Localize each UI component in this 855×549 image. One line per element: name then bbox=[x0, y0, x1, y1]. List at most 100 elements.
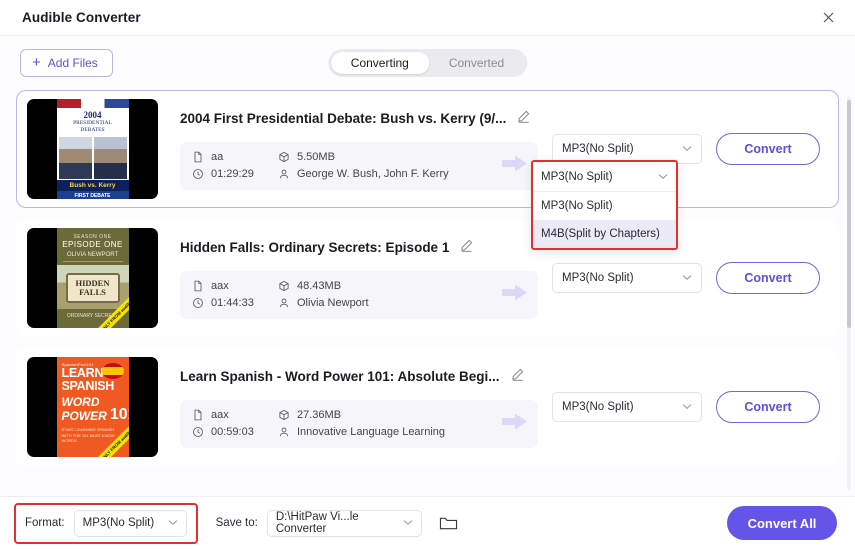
file-meta-grid: aa 5.50MB 01:29:29 George W. Bush, John … bbox=[192, 151, 449, 180]
output-format-value: MP3(No Split) bbox=[562, 272, 634, 284]
folder-icon[interactable] bbox=[436, 511, 462, 535]
file-card-body: Hidden Falls: Ordinary Secrets: Episode … bbox=[158, 228, 538, 328]
meta-duration-value: 01:44:33 bbox=[211, 297, 254, 309]
output-format-dropdown-open[interactable]: MP3(No Split) MP3(No Split) M4B(Split by… bbox=[531, 160, 678, 250]
spain-flag-icon bbox=[101, 363, 124, 379]
save-to-value: D:\HitPaw Vi...le Converter bbox=[275, 511, 359, 535]
add-files-label: Add Files bbox=[47, 56, 98, 70]
output-format-value: MP3(No Split) bbox=[562, 401, 634, 413]
file-card-body: Learn Spanish - Word Power 101: Absolute… bbox=[158, 357, 538, 457]
meta-duration-value: 01:29:29 bbox=[211, 168, 254, 180]
list-scrollbar-track[interactable] bbox=[847, 96, 851, 490]
cover-year: 2004 bbox=[56, 108, 129, 120]
file-card[interactable]: 2004 PRESIDENTIAL DEBATES Bush vs. Kerry… bbox=[16, 90, 839, 208]
chevron-down-icon bbox=[658, 171, 668, 183]
meta-format-value: aa bbox=[211, 151, 224, 163]
convert-button[interactable]: Convert bbox=[716, 133, 820, 165]
convert-button[interactable]: Convert bbox=[716, 262, 820, 294]
meta-author-value: Innovative Language Learning bbox=[297, 426, 446, 438]
meta-size-value: 48.43MB bbox=[297, 280, 342, 292]
meta-duration: 00:59:03 bbox=[192, 426, 278, 438]
format-label: Format: bbox=[25, 517, 65, 529]
arrow-right-icon bbox=[500, 411, 530, 436]
meta-author-value: George W. Bush, John F. Kerry bbox=[297, 168, 449, 180]
file-card[interactable]: SpanishPod101 LEARN SPANISH WORD POWER 1… bbox=[16, 348, 839, 466]
title-bar: Audible Converter bbox=[0, 0, 855, 36]
meta-author: George W. Bush, John F. Kerry bbox=[278, 168, 449, 180]
list-scrollbar-thumb[interactable] bbox=[847, 100, 851, 328]
file-meta-grid: aax 48.43MB 01:44:33 Olivia Newport bbox=[192, 280, 369, 309]
arrow-right-icon bbox=[500, 153, 530, 178]
chevron-down-icon bbox=[682, 401, 692, 413]
file-card[interactable]: SEASON ONE EPISODE ONE OLIVIA NEWPORT HI… bbox=[16, 219, 839, 337]
meta-duration: 01:44:33 bbox=[192, 297, 278, 309]
cover-art-hidden-falls: SEASON ONE EPISODE ONE OLIVIA NEWPORT HI… bbox=[56, 228, 129, 328]
dropdown-option-mp3[interactable]: MP3(No Split) bbox=[533, 192, 676, 220]
file-card-body: 2004 First Presidential Debate: Bush vs.… bbox=[158, 99, 538, 199]
meta-size: 5.50MB bbox=[278, 151, 449, 163]
cover-episode: EPISODE ONE bbox=[62, 240, 123, 249]
file-title: Hidden Falls: Ordinary Secrets: Episode … bbox=[180, 240, 450, 255]
meta-format-value: aax bbox=[211, 409, 229, 421]
output-format-button[interactable]: MP3(No Split) bbox=[552, 392, 702, 422]
file-title: Learn Spanish - Word Power 101: Absolute… bbox=[180, 369, 500, 384]
status-tabs: Converting Converted bbox=[327, 49, 528, 77]
file-list: 2004 PRESIDENTIAL DEBATES Bush vs. Kerry… bbox=[0, 90, 855, 496]
chevron-down-icon bbox=[682, 272, 692, 284]
meta-format: aax bbox=[192, 409, 278, 421]
cover-thumbnail: SpanishPod101 LEARN SPANISH WORD POWER 1… bbox=[27, 357, 158, 457]
dropdown-selected-value-row[interactable]: MP3(No Split) bbox=[533, 162, 676, 192]
file-title-row: 2004 First Presidential Debate: Bush vs.… bbox=[180, 109, 538, 129]
cover-faces bbox=[56, 135, 129, 180]
file-meta-panel: aax 27.36MB 00:59:03 Innovative Language… bbox=[180, 399, 538, 448]
meta-size: 27.36MB bbox=[278, 409, 445, 421]
cover-line1: PRESIDENTIAL bbox=[73, 120, 112, 126]
dropdown-option-m4b[interactable]: M4B(Split by Chapters) bbox=[533, 220, 676, 248]
cover-power: POWER bbox=[61, 409, 107, 424]
arrow-right-icon bbox=[500, 282, 530, 307]
meta-format: aa bbox=[192, 151, 278, 163]
cover-thumbnail: SEASON ONE EPISODE ONE OLIVIA NEWPORT HI… bbox=[27, 228, 158, 328]
tab-converting[interactable]: Converting bbox=[330, 52, 429, 74]
dropdown-selected-value: MP3(No Split) bbox=[541, 170, 613, 183]
cover-subtitle: PRESIDENTIAL DEBATES bbox=[56, 120, 129, 136]
convert-all-button[interactable]: Convert All bbox=[727, 506, 837, 540]
convert-button[interactable]: Convert bbox=[716, 391, 820, 423]
output-format-button[interactable]: MP3(No Split) bbox=[552, 263, 702, 293]
cover-names: Bush vs. Kerry bbox=[56, 179, 129, 191]
output-format-value: MP3(No Split) bbox=[562, 143, 634, 155]
meta-author: Innovative Language Learning bbox=[278, 426, 445, 438]
cover-face-kerry bbox=[93, 136, 127, 179]
pencil-edit-icon[interactable] bbox=[459, 238, 474, 258]
global-format-select[interactable]: MP3(No Split) bbox=[73, 509, 187, 537]
cover-art-debate: 2004 PRESIDENTIAL DEBATES Bush vs. Kerry… bbox=[56, 99, 129, 199]
file-list-inner: 2004 PRESIDENTIAL DEBATES Bush vs. Kerry… bbox=[16, 90, 839, 466]
cover-art-learn-spanish: SpanishPod101 LEARN SPANISH WORD POWER 1… bbox=[56, 357, 129, 457]
cover-title-2: FALLS bbox=[79, 287, 106, 297]
close-icon[interactable] bbox=[813, 5, 843, 31]
page-title: Audible Converter bbox=[22, 10, 141, 25]
cover-line2: DEBATES bbox=[80, 126, 105, 133]
meta-format: aax bbox=[192, 280, 278, 292]
bottom-bar: Format: MP3(No Split) Save to: D:\HitPaw… bbox=[0, 496, 855, 549]
cover-number: 101 bbox=[109, 406, 129, 423]
meta-duration-value: 00:59:03 bbox=[211, 426, 254, 438]
meta-duration: 01:29:29 bbox=[192, 168, 278, 180]
file-meta-panel: aax 48.43MB 01:44:33 Olivia Newport bbox=[180, 270, 538, 319]
output-format-select[interactable]: MP3(No Split) bbox=[552, 263, 702, 293]
add-files-button[interactable]: + Add Files bbox=[20, 49, 113, 77]
pencil-edit-icon[interactable] bbox=[516, 109, 531, 129]
output-format-select[interactable]: MP3(No Split) bbox=[552, 392, 702, 422]
pencil-edit-icon[interactable] bbox=[510, 367, 525, 387]
meta-author-value: Olivia Newport bbox=[297, 297, 369, 309]
chevron-down-icon bbox=[403, 517, 413, 529]
cover-thumbnail: 2004 PRESIDENTIAL DEBATES Bush vs. Kerry… bbox=[27, 99, 158, 199]
save-to-select[interactable]: D:\HitPaw Vi...le Converter bbox=[266, 509, 422, 537]
cover-face-bush bbox=[58, 136, 92, 179]
chevron-down-icon bbox=[168, 517, 178, 529]
cover-scene: HIDDEN FALLS bbox=[56, 265, 129, 309]
flag-stripe bbox=[56, 99, 129, 108]
cover-badge: FIRST DEBATE bbox=[56, 190, 129, 199]
global-format-value: MP3(No Split) bbox=[82, 517, 155, 529]
tab-converted[interactable]: Converted bbox=[429, 52, 524, 74]
